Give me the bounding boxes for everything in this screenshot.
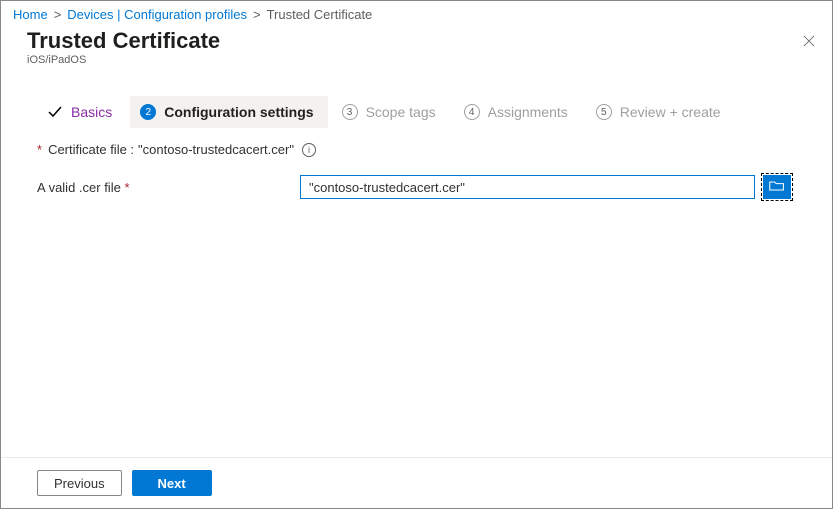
wizard-footer: Previous Next [1,457,832,508]
close-button[interactable] [798,30,820,56]
browse-file-button[interactable] [763,175,791,199]
step-label: Assignments [488,104,568,120]
step-number-icon: 3 [342,104,358,120]
chevron-right-icon: > [253,7,261,22]
window-frame: Home > Devices | Configuration profiles … [0,0,833,509]
step-review-create[interactable]: 5 Review + create [586,96,735,128]
close-icon [802,35,816,52]
chevron-right-icon: > [54,7,62,22]
required-asterisk: * [124,180,129,195]
page-subtitle: iOS/iPadOS [27,54,220,66]
required-asterisk: * [37,142,42,157]
cer-file-label-text: A valid .cer file [37,180,121,195]
step-number-icon: 2 [140,104,156,120]
step-number-icon: 5 [596,104,612,120]
info-icon[interactable]: i [302,143,316,157]
step-basics[interactable]: Basics [37,96,126,128]
step-scope-tags[interactable]: 3 Scope tags [332,96,450,128]
step-label: Review + create [620,104,721,120]
step-assignments[interactable]: 4 Assignments [454,96,582,128]
step-configuration-settings[interactable]: 2 Configuration settings [130,96,327,128]
title-row: Trusted Certificate iOS/iPadOS [1,26,832,66]
check-icon [47,104,63,120]
breadcrumb: Home > Devices | Configuration profiles … [1,1,832,26]
title-block: Trusted Certificate iOS/iPadOS [27,28,220,66]
wizard-stepper: Basics 2 Configuration settings 3 Scope … [37,96,832,128]
cer-file-label: A valid .cer file * [37,180,292,195]
certificate-file-header: * Certificate file : "contoso-trustedcac… [37,142,832,157]
breadcrumb-current: Trusted Certificate [267,7,373,22]
cer-file-row: A valid .cer file * [37,175,832,199]
previous-button[interactable]: Previous [37,470,122,496]
certificate-file-name: "contoso-trustedcacert.cer" [138,142,294,157]
certificate-file-label: Certificate file : [48,142,134,157]
form-area: * Certificate file : "contoso-trustedcac… [1,128,832,457]
step-label: Scope tags [366,104,436,120]
cer-file-input[interactable] [300,175,755,199]
step-number-icon: 4 [464,104,480,120]
step-label: Configuration settings [164,104,313,120]
breadcrumb-devices[interactable]: Devices | Configuration profiles [67,7,247,22]
breadcrumb-home[interactable]: Home [13,7,48,22]
folder-icon [769,180,785,195]
page-title: Trusted Certificate [27,28,220,54]
step-label: Basics [71,104,112,120]
next-button[interactable]: Next [132,470,212,496]
